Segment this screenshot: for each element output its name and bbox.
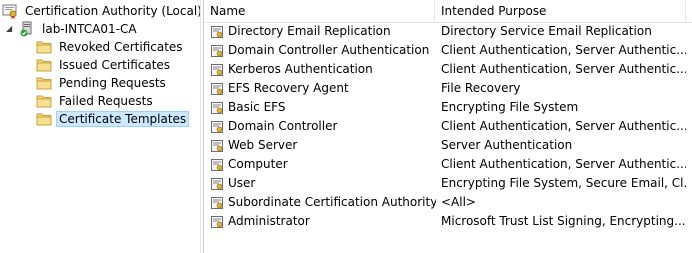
template-name-cell: Basic EFS	[210, 98, 436, 117]
template-name: Kerberos Authentication	[228, 62, 373, 76]
template-name: Directory Email Replication	[228, 24, 391, 38]
table-row[interactable]: Kerberos Authentication Client Authentica…	[204, 60, 692, 79]
template-name-cell: Web Server	[210, 136, 436, 155]
certificate-template-icon	[210, 63, 224, 77]
column-header-purpose[interactable]: Intended Purpose	[435, 0, 685, 22]
tree-item-failed-requests[interactable]: Failed Requests	[36, 92, 156, 110]
certification-authority-icon	[2, 3, 18, 19]
template-name-cell: User	[210, 174, 436, 193]
folder-icon	[36, 39, 52, 55]
table-row[interactable]: EFS Recovery Agent File Recovery	[204, 79, 692, 98]
console-tree: Certification Authority (Local) ◢ lab-IN…	[0, 0, 202, 253]
intended-purpose: Microsoft Trust List Signing, Encrypting…	[441, 214, 686, 228]
tree-ca-label: lab-INTCA01-CA	[42, 22, 137, 36]
certificate-template-icon	[210, 82, 224, 96]
certificate-template-icon	[210, 158, 224, 172]
table-row[interactable]: Directory Email Replication Directory Ser…	[204, 22, 692, 41]
table-row[interactable]: User Encrypting File System, Secure Email…	[204, 174, 692, 193]
list-header: Name Intended Purpose	[204, 0, 692, 23]
expanded-arrow-icon[interactable]: ◢	[6, 24, 16, 34]
tree-item-certificate-templates[interactable]: Certificate Templates	[36, 110, 190, 128]
tree-folder-label: Issued Certificates	[59, 58, 171, 72]
table-row[interactable]: Domain Controller Client Authentication, …	[204, 117, 692, 136]
template-name-cell: Computer	[210, 155, 436, 174]
template-name-cell: Domain Controller Authentication	[210, 41, 436, 60]
template-name: Computer	[228, 157, 288, 171]
tree-item-root[interactable]: Certification Authority (Local)	[2, 2, 205, 20]
folder-icon	[36, 111, 52, 127]
template-name-cell: Kerberos Authentication	[210, 60, 436, 79]
column-divider[interactable]	[685, 0, 686, 22]
intended-purpose: Client Authentication, Server Authentic.…	[441, 43, 686, 57]
tree-folder-label: Revoked Certificates	[59, 40, 183, 54]
ca-server-icon	[19, 21, 35, 37]
template-name: Subordinate Certification Authority	[228, 195, 436, 209]
template-name: Administrator	[228, 214, 310, 228]
intended-purpose: Client Authentication, Server Authentic.…	[441, 62, 686, 76]
certificate-template-icon	[210, 101, 224, 115]
tree-folder-label: Certificate Templates	[56, 111, 190, 127]
tree-item-pending-requests[interactable]: Pending Requests	[36, 74, 169, 92]
intended-purpose: Directory Service Email Replication	[441, 24, 652, 38]
table-row[interactable]: Web Server Server Authentication	[204, 136, 692, 155]
certificate-template-icon	[210, 196, 224, 210]
intended-purpose: Encrypting File System, Secure Email, Cl…	[441, 176, 686, 190]
intended-purpose: File Recovery	[441, 81, 521, 95]
folder-icon	[36, 93, 52, 109]
template-name-cell: Directory Email Replication	[210, 22, 436, 41]
certificate-template-icon	[210, 215, 224, 229]
column-header-name[interactable]: Name	[204, 0, 435, 22]
table-row[interactable]: Administrator Microsoft Trust List Signin…	[204, 212, 692, 231]
tree-root-label: Certification Authority (Local)	[25, 4, 202, 18]
template-name: Basic EFS	[228, 100, 286, 114]
intended-purpose: Client Authentication, Server Authentic.…	[441, 119, 686, 133]
intended-purpose: Client Authentication, Server Authentic.…	[441, 157, 686, 171]
certificate-template-icon	[210, 25, 224, 39]
tree-item-ca[interactable]: ◢ lab-INTCA01-CA	[6, 20, 140, 38]
template-name-cell: EFS Recovery Agent	[210, 79, 436, 98]
certificate-template-icon	[210, 139, 224, 153]
tree-folder-label: Pending Requests	[59, 76, 166, 90]
template-name-cell: Administrator	[210, 212, 436, 231]
tree-folder-label: Failed Requests	[59, 94, 153, 108]
template-name: EFS Recovery Agent	[228, 81, 349, 95]
folder-icon	[36, 57, 52, 73]
template-list: Name Intended Purpose Directory Email Re…	[204, 0, 692, 253]
template-name-cell: Domain Controller	[210, 117, 436, 136]
intended-purpose: <All>	[441, 195, 476, 209]
certificate-template-icon	[210, 120, 224, 134]
template-name: User	[228, 176, 256, 190]
template-name: Web Server	[228, 138, 298, 152]
table-row[interactable]: Computer Client Authentication, Server Au…	[204, 155, 692, 174]
folder-icon	[36, 75, 52, 91]
template-name: Domain Controller	[228, 119, 338, 133]
certificate-template-icon	[210, 44, 224, 58]
table-row[interactable]: Basic EFS Encrypting File System	[204, 98, 692, 117]
tree-item-issued-certificates[interactable]: Issued Certificates	[36, 56, 173, 74]
intended-purpose: Encrypting File System	[441, 100, 579, 114]
tree-item-revoked-certificates[interactable]: Revoked Certificates	[36, 38, 186, 56]
template-name-cell: Subordinate Certification Authority	[210, 193, 436, 212]
template-name: Domain Controller Authentication	[228, 43, 430, 57]
certificate-template-icon	[210, 177, 224, 191]
table-row[interactable]: Domain Controller Authentication Client A…	[204, 41, 692, 60]
intended-purpose: Server Authentication	[441, 138, 573, 152]
table-row[interactable]: Subordinate Certification Authority <All>	[204, 193, 692, 212]
